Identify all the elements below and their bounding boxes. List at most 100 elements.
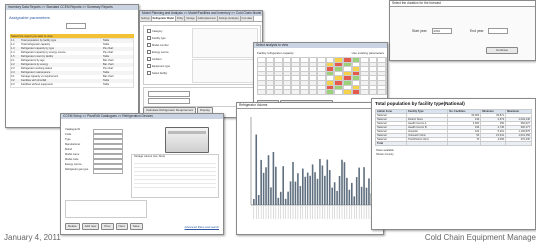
chart-bar bbox=[311, 164, 314, 205]
catalogue-lower-panel bbox=[65, 200, 147, 218]
analysis-cell bbox=[334, 89, 343, 96]
chart-bar bbox=[304, 176, 307, 205]
summary-reports-window: Inventory Data Reports >> Standard CCEM … bbox=[5, 4, 139, 128]
volume-section: Storage volume (net, litres) bbox=[131, 154, 219, 198]
window-title: Select the duration for the forecast bbox=[390, 1, 535, 7]
settings-label: Select facility bbox=[152, 72, 168, 75]
settings-label: Model number bbox=[152, 44, 169, 47]
chart-bar bbox=[297, 173, 299, 205]
chart-bar bbox=[282, 166, 284, 205]
selection-input-2[interactable] bbox=[148, 98, 190, 104]
catalogue-field-input[interactable] bbox=[93, 168, 123, 174]
forecast-duration-window: Select the duration for the forecast Sta… bbox=[389, 0, 536, 61]
chart-bar bbox=[272, 152, 275, 205]
report-list: 1.1 Total population by facility type Tabl… bbox=[10, 38, 134, 88]
tab-strip: Settings Refrigerator Model Policy Storage A… bbox=[140, 16, 262, 22]
settings-checkbox[interactable] bbox=[147, 64, 151, 69]
settings-checkbox[interactable] bbox=[147, 43, 151, 48]
chart-bar bbox=[319, 159, 321, 205]
chart-bar bbox=[294, 181, 297, 205]
tab-0[interactable]: Settings bbox=[140, 16, 152, 21]
chart-bar bbox=[299, 186, 302, 205]
parameter-field[interactable] bbox=[66, 23, 86, 29]
analysis-cell bbox=[342, 89, 352, 96]
chart-bar bbox=[341, 159, 343, 205]
tab-4[interactable]: Add/replacement bbox=[196, 16, 218, 21]
settings-checkbox[interactable] bbox=[147, 71, 151, 76]
analysis-cell bbox=[265, 89, 275, 96]
chart-bar bbox=[314, 172, 316, 205]
chart-bar bbox=[355, 177, 358, 205]
population-table: Admin Zone Facility Type No. Facilities Min… bbox=[374, 109, 532, 146]
chart-bar bbox=[255, 134, 258, 205]
continue-button[interactable]: Continue bbox=[486, 47, 518, 54]
settings-checkbox[interactable] bbox=[147, 36, 151, 41]
chart-bar bbox=[260, 159, 262, 205]
footer-title: Cold Chain Equipment Manage bbox=[424, 233, 536, 242]
tab-6[interactable]: Cost data bbox=[240, 16, 254, 21]
end-year-input[interactable] bbox=[488, 28, 509, 34]
window-title: Select analysis to view bbox=[254, 43, 387, 48]
settings-label: Facility type bbox=[152, 37, 166, 40]
settings-labels: Category Facility type Model number Energy … bbox=[147, 28, 187, 77]
analysis-cell bbox=[317, 89, 326, 96]
start-year-input[interactable]: 2010 bbox=[431, 28, 452, 34]
catalogue-button-2[interactable]: Prev bbox=[101, 223, 114, 230]
settings-checkbox[interactable] bbox=[147, 50, 151, 55]
settings-label: Category bbox=[152, 30, 163, 33]
tab-3[interactable]: Storage bbox=[185, 16, 197, 21]
catalogue-field-label: Refrigerant gas type bbox=[65, 168, 89, 171]
chart-bar bbox=[253, 199, 255, 205]
chart-bar bbox=[287, 191, 289, 205]
analysis-cell bbox=[385, 89, 387, 96]
volume-bar-chart bbox=[250, 117, 377, 219]
footer-date: January 4, 2011 bbox=[4, 233, 61, 242]
selection-input[interactable] bbox=[148, 91, 190, 97]
total-row: Total bbox=[374, 141, 532, 146]
settings-label: Energy source bbox=[152, 51, 169, 54]
settings-label: Ambient bbox=[152, 58, 162, 61]
analysis-row bbox=[257, 89, 387, 96]
end-year-label: End year bbox=[470, 28, 484, 33]
chart-bar bbox=[321, 165, 324, 205]
chart-bar bbox=[267, 155, 270, 205]
chart-bar bbox=[262, 172, 265, 205]
settings-row: Equipment type bbox=[147, 63, 187, 70]
analysis-header-right: Use existing parameters bbox=[351, 51, 384, 55]
chart-bar bbox=[348, 189, 351, 205]
report-type: Table bbox=[103, 83, 110, 86]
population-table-window: Total population by facility type(Nation… bbox=[371, 98, 536, 230]
chart-bar bbox=[358, 167, 360, 205]
analysis-cell bbox=[368, 89, 378, 96]
chart-bar bbox=[363, 167, 365, 205]
settings-row: Ambient bbox=[147, 56, 187, 63]
advanced-filters-link[interactable]: Advanced filters and search bbox=[184, 225, 219, 229]
settings-label: Equipment type bbox=[152, 65, 171, 68]
catalogue-field: Refrigerant gas type bbox=[65, 167, 125, 174]
chart-bar bbox=[265, 167, 267, 205]
tab-1[interactable]: Refrigerator Model bbox=[151, 16, 176, 21]
catalogue-button-3[interactable]: Next bbox=[115, 223, 128, 230]
settings-checkbox[interactable] bbox=[147, 29, 151, 34]
total-cell bbox=[406, 141, 449, 146]
catalogue-button-0[interactable]: Delete bbox=[65, 223, 80, 230]
volume-chart-window: Refrigerator Volume bbox=[236, 102, 384, 235]
catalogue-button-4[interactable]: Save bbox=[129, 223, 143, 230]
fridge-image bbox=[165, 127, 209, 153]
chart-bar bbox=[346, 177, 348, 205]
tab-5[interactable]: Settings (Analysis) bbox=[217, 16, 241, 21]
table-title: Total population by facility type(Nation… bbox=[375, 101, 465, 106]
table-notes: Notes available Shown Country bbox=[376, 149, 531, 157]
settings-row: Select facility bbox=[147, 70, 187, 77]
chart-bar bbox=[353, 196, 356, 205]
report-row[interactable]: 3.3 Facilities without equipment Table bbox=[11, 83, 133, 87]
tab-2[interactable]: Policy bbox=[175, 16, 186, 21]
settings-checkbox[interactable] bbox=[147, 57, 151, 62]
analysis-cell bbox=[360, 89, 369, 96]
chart-bar bbox=[309, 175, 311, 205]
catalogue-window: CCEM Setup >> Plan/Edit Catalogues >> Re… bbox=[60, 113, 224, 235]
chart-bar bbox=[324, 175, 326, 205]
window-title: Inventory Data Reports >> Standard CCEM … bbox=[6, 5, 138, 10]
catalogue-button-1[interactable]: Add new bbox=[81, 223, 100, 230]
parameter-field-row bbox=[66, 23, 138, 29]
